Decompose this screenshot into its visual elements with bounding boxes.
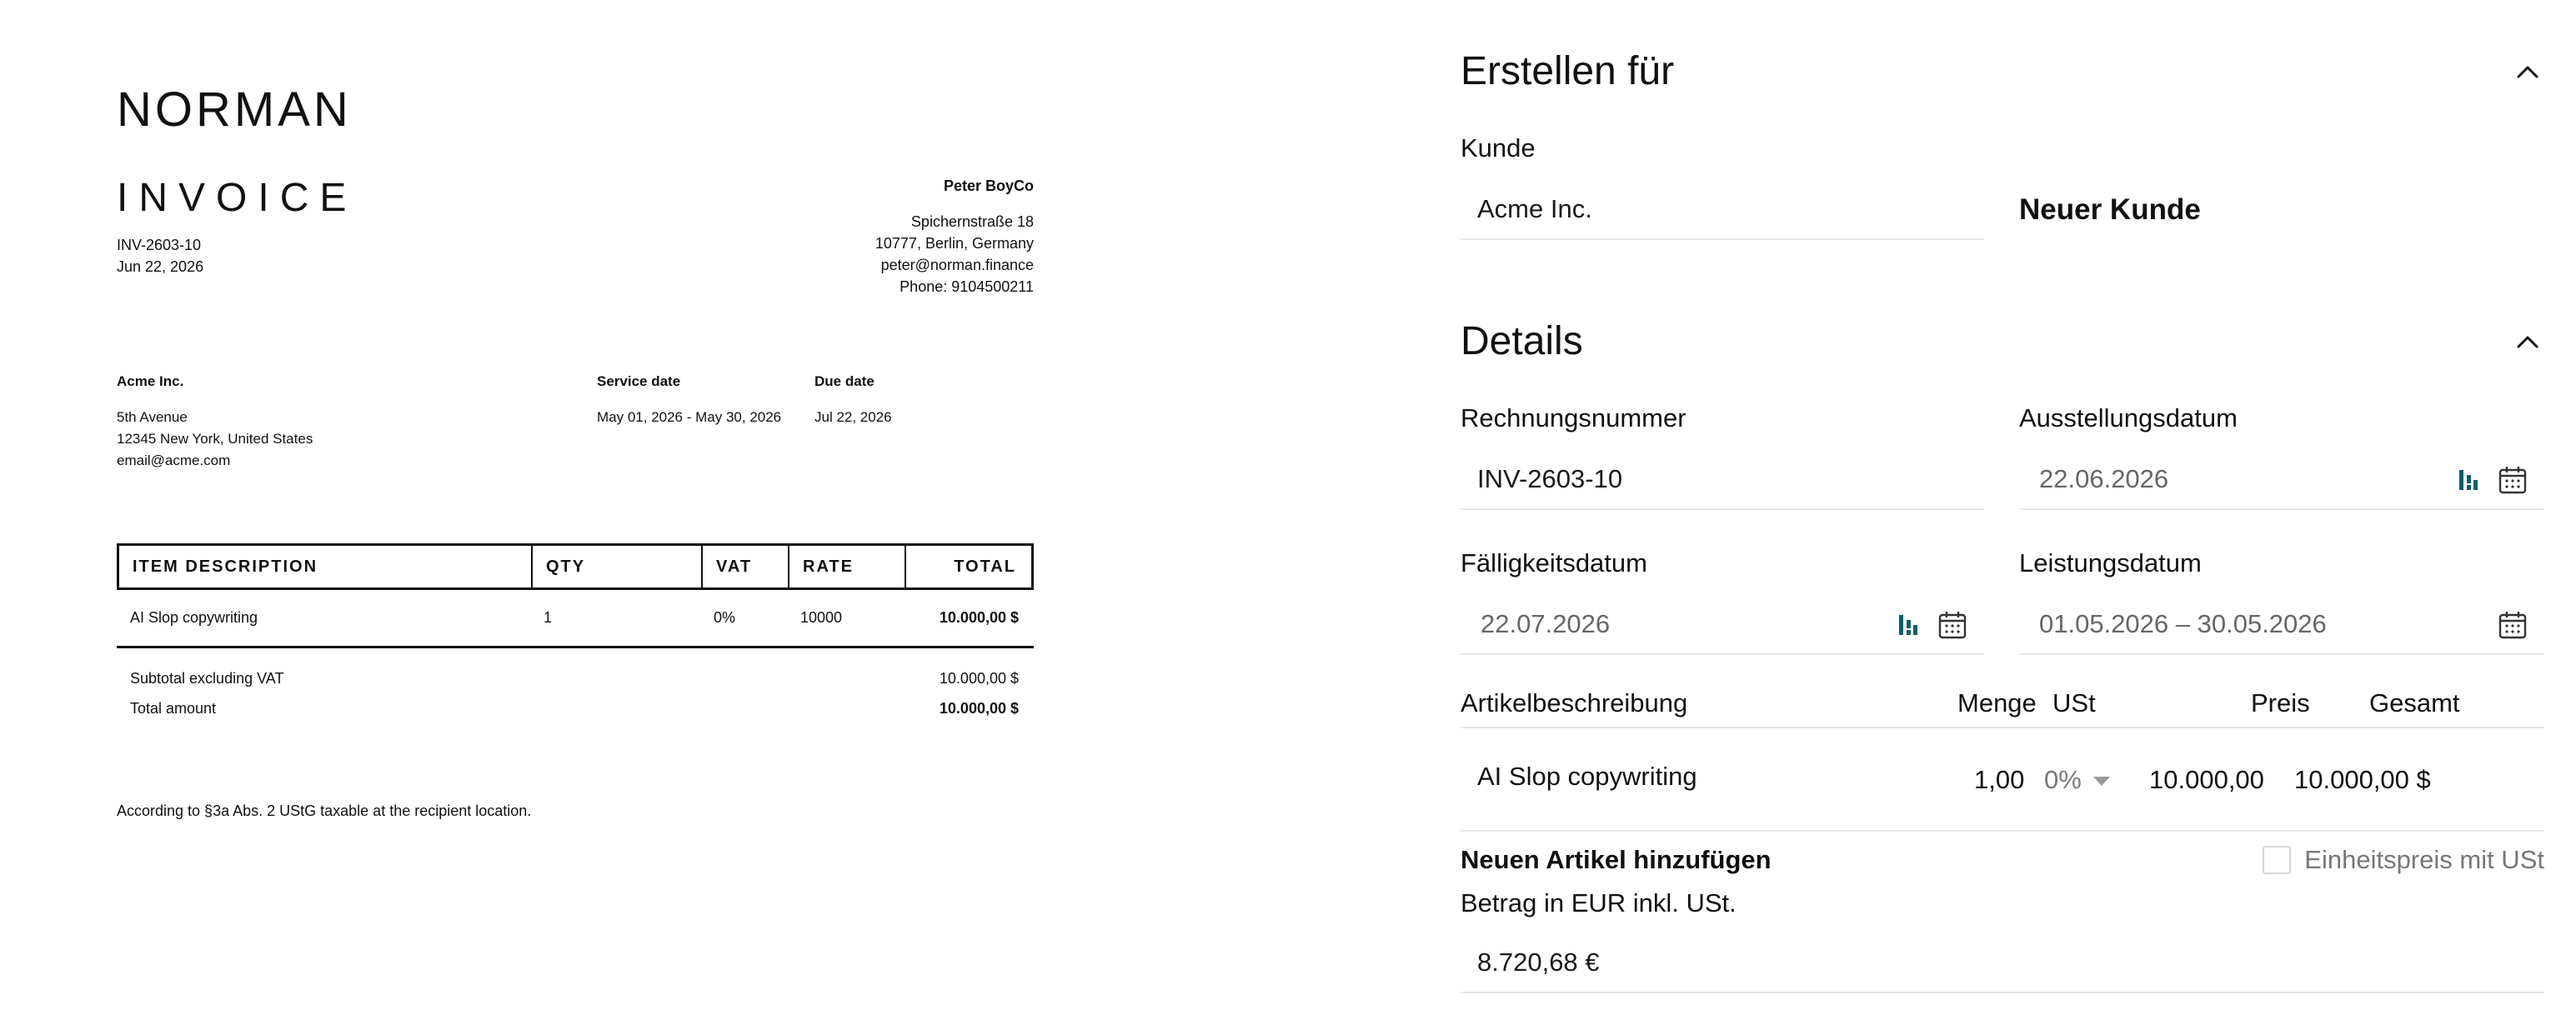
unit-price-with-vat-toggle[interactable]: Einheitspreis mit USt <box>2263 845 2544 875</box>
cell-qty: 1 <box>544 609 553 626</box>
ai-date-icon[interactable] <box>1897 612 1919 645</box>
company-logo: NORMAN <box>117 82 352 137</box>
cell-vat: 0% <box>714 609 736 626</box>
invoice-number-input[interactable]: INV-2603-10 <box>1461 450 1984 510</box>
invoice-number: INV-2603-10 <box>117 237 202 253</box>
service-date-block: Service date May 01, 2026 - May 30, 2026 <box>597 371 781 428</box>
invoice-date: Jun 22, 2026 <box>117 258 204 275</box>
section-details-header[interactable]: Details <box>1461 318 2544 364</box>
sender-phone: Phone: 9104500211 <box>900 278 1034 295</box>
sender-email: peter@norman.finance <box>880 257 1034 273</box>
section-customer-title: Erstellen für <box>1461 49 1675 93</box>
chevron-down-icon <box>2092 777 2110 787</box>
new-customer-button[interactable]: Neuer Kunde <box>2019 193 2201 227</box>
due-date-input[interactable]: 22.07.2026 <box>1461 595 1984 655</box>
header-vat: VAT <box>703 546 789 588</box>
chevron-up-icon[interactable] <box>2511 55 2544 88</box>
total-row: Total amount 10.000,00 $ <box>117 693 1034 723</box>
header-description: ITEM DESCRIPTION <box>119 546 533 588</box>
sender-street: Spichernstraße 18 <box>910 213 1034 230</box>
service-date-label: Leistungsdatum <box>2019 548 2202 578</box>
header-qty: QTY <box>533 546 703 588</box>
sender-block: Peter BoyCo Spichernstraße 18 10777, Ber… <box>734 175 1034 298</box>
unit-price-checkbox[interactable] <box>2263 846 2292 874</box>
invoice-meta: INV-2603-10 Jun 22, 2026 <box>117 234 203 278</box>
subtotal-row: Subtotal excluding VAT 10.000,00 $ <box>117 663 1034 693</box>
cell-rate: 10000 <box>800 609 843 626</box>
total-label: Total amount <box>130 700 217 717</box>
items-header-vat: USt <box>2052 688 2096 718</box>
service-date-input[interactable]: 01.05.2026 – 30.05.2026 <box>2019 595 2544 655</box>
service-date-value: 01.05.2026 – 30.05.2026 <box>2039 609 2327 638</box>
calendar-icon[interactable] <box>1937 610 1967 647</box>
due-date-value: 22.07.2026 <box>1481 609 1611 638</box>
customer-select[interactable]: Acme Inc. <box>1461 180 1984 240</box>
calendar-icon[interactable] <box>2498 465 2528 502</box>
section-customer-header[interactable]: Erstellen für <box>1461 48 2544 94</box>
customer-label: Kunde <box>1461 133 1536 162</box>
item-description-input[interactable]: AI Slop copywriting <box>1477 762 1697 792</box>
recipient-street: 5th Avenue <box>117 409 188 425</box>
due-date-label: Fälligkeitsdatum <box>1461 548 1647 578</box>
items-header-description: Artikelbeschreibung <box>1461 688 1688 718</box>
due-date-value: Jul 22, 2026 <box>814 409 892 425</box>
add-item-button[interactable]: Neuen Artikel hinzufügen <box>1461 845 1772 875</box>
issue-date-input[interactable]: 22.06.2026 <box>2019 450 2544 510</box>
issue-date-value: 22.06.2026 <box>2039 464 2169 493</box>
sender-name: Peter BoyCo <box>943 178 1034 194</box>
invoice-title: INVOICE <box>117 176 358 220</box>
item-vat-select[interactable]: 0% <box>2044 765 2110 795</box>
item-vat-value: 0% <box>2044 765 2082 794</box>
recipient-email: email@acme.com <box>117 452 231 468</box>
due-date-block: Due date Jul 22, 2026 <box>814 371 892 428</box>
items-header: Artikelbeschreibung Menge USt Preis Gesa… <box>1461 683 2544 728</box>
invoice-preview: NORMAN INVOICE INV-2603-10 Jun 22, 2026 … <box>0 0 1084 1035</box>
invoice-form: Erstellen für Kunde Acme Inc. Neuer Kund… <box>1461 0 2544 1035</box>
invoice-items-table: ITEM DESCRIPTION QTY VAT RATE TOTAL AI S… <box>117 543 1034 723</box>
header-rate: RATE <box>789 546 906 588</box>
calendar-icon[interactable] <box>2498 610 2528 647</box>
item-price-input[interactable]: 10.000,00 <box>2149 765 2264 795</box>
table-row: AI Slop copywriting 1 0% 10000 10.000,00… <box>117 590 1034 648</box>
total-value: 10.000,00 $ <box>939 700 1019 717</box>
item-row: AI Slop copywriting 1,00 0% 10.000,00 10… <box>1461 730 2544 832</box>
ai-date-icon[interactable] <box>2458 467 2479 500</box>
item-total-value: 10.000,00 $ <box>2294 765 2431 794</box>
invoice-number-label: Rechnungsnummer <box>1461 403 1686 432</box>
service-date-label: Service date <box>597 373 681 389</box>
tax-note: According to §3a Abs. 2 UStG taxable at … <box>117 802 532 819</box>
items-header-total: Gesamt <box>2369 688 2460 718</box>
subtotal-value: 10.000,00 $ <box>939 670 1019 687</box>
recipient-name: Acme Inc. <box>117 373 184 389</box>
issue-date-label: Ausstellungsdatum <box>2019 403 2238 432</box>
due-date-label: Due date <box>814 373 875 389</box>
invoice-number-value: INV-2603-10 <box>1477 464 1623 493</box>
items-header-quantity: Menge <box>1957 688 2037 718</box>
header-total: TOTAL <box>954 557 1016 576</box>
section-details-title: Details <box>1461 319 1583 363</box>
sender-city: 10777, Berlin, Germany <box>875 235 1034 252</box>
cell-total: 10.000,00 $ <box>939 609 1019 626</box>
amount-label: Betrag in EUR inkl. USt. <box>1461 888 1737 918</box>
item-quantity-input[interactable]: 1,00 <box>1974 765 2024 795</box>
amount-input[interactable]: 8.720,68 € <box>1461 933 2544 993</box>
recipient-city: 12345 New York, United States <box>117 431 313 447</box>
amount-value: 8.720,68 € <box>1477 948 1600 977</box>
table-header: ITEM DESCRIPTION QTY VAT RATE TOTAL <box>117 543 1034 590</box>
items-header-price: Preis <box>2251 688 2310 718</box>
unit-price-label: Einheitspreis mit USt <box>2304 845 2544 874</box>
customer-value: Acme Inc. <box>1477 194 1592 223</box>
recipient-block: Acme Inc. 5th Avenue 12345 New York, Uni… <box>117 371 313 472</box>
subtotal-label: Subtotal excluding VAT <box>130 670 284 687</box>
service-date-value: May 01, 2026 - May 30, 2026 <box>597 409 782 425</box>
cell-description: AI Slop copywriting <box>130 609 258 626</box>
chevron-up-icon[interactable] <box>2511 325 2544 358</box>
